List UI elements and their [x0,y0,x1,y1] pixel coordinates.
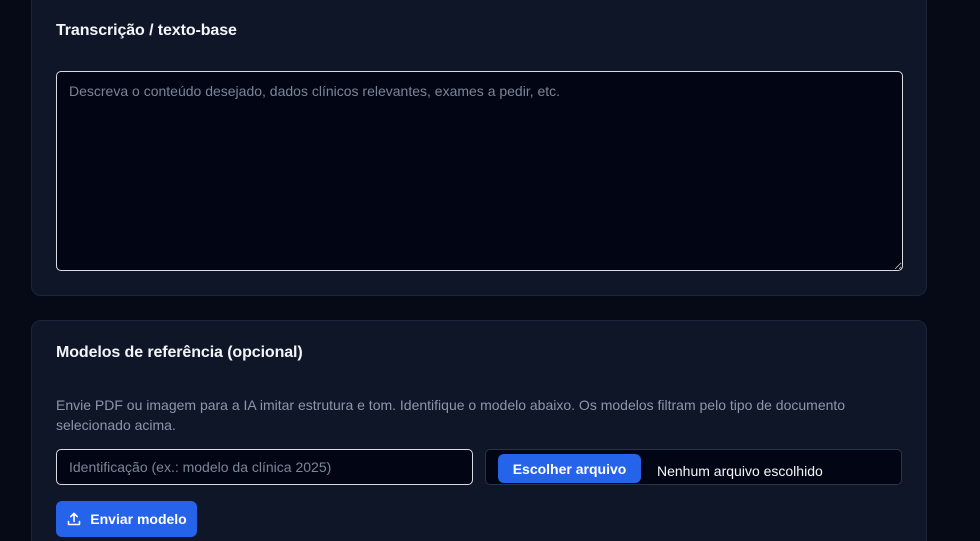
page: Transcrição / texto-base Modelos de refe… [0,0,980,541]
file-input[interactable]: Escolher arquivo Nenhum arquivo escolhid… [485,449,902,485]
reference-models-description: Envie PDF ou imagem para a IA imitar est… [56,397,846,433]
reference-models-card: Modelos de referência (opcional) Envie P… [31,320,927,541]
choose-file-button[interactable]: Escolher arquivo [498,454,641,483]
model-identification-input[interactable] [56,449,473,485]
send-model-button[interactable]: Enviar modelo [56,501,197,537]
transcription-textarea[interactable] [56,71,903,271]
reference-models-title: Modelos de referência (opcional) [56,344,303,361]
file-status-text: Nenhum arquivo escolhido [657,463,823,479]
send-model-label: Enviar modelo [90,511,187,527]
transcription-title: Transcrição / texto-base [56,22,237,39]
transcription-card: Transcrição / texto-base [31,0,927,296]
upload-icon [66,511,82,527]
